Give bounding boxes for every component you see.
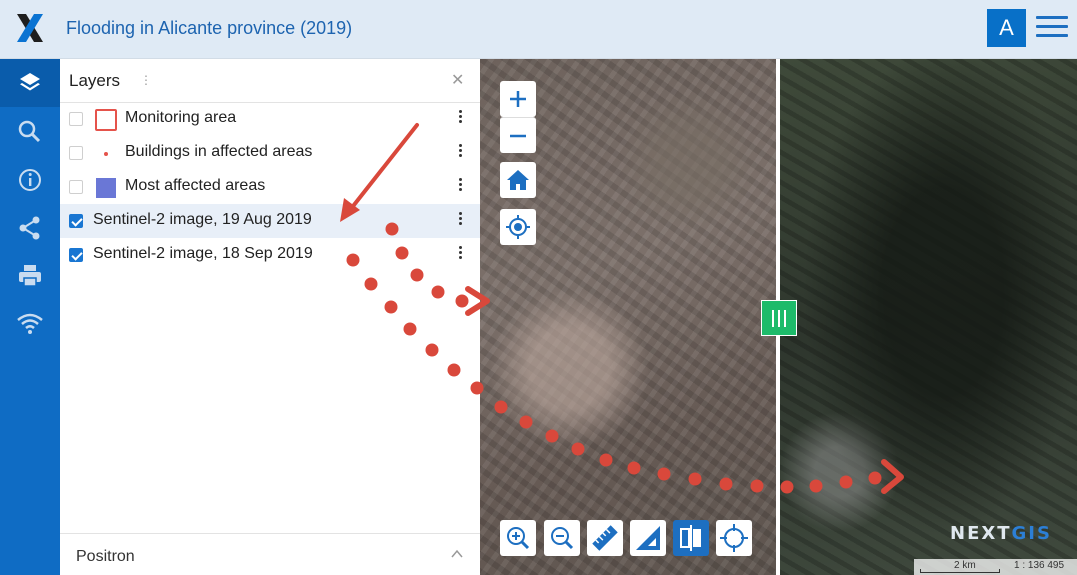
- measure-distance-button[interactable]: [587, 520, 623, 556]
- sidebar-rail: [0, 59, 60, 575]
- scale-ratio: 1 : 136 495: [1014, 560, 1065, 571]
- layer-options-icon[interactable]: [456, 143, 464, 161]
- home-icon: [507, 170, 529, 190]
- layer-checkbox[interactable]: [69, 146, 83, 160]
- share-icon: [19, 216, 40, 240]
- layer-label: Buildings in affected areas: [125, 143, 313, 160]
- layer-checkbox[interactable]: [69, 180, 83, 194]
- zoom-out-icon: [551, 527, 574, 550]
- measure-area-button[interactable]: [630, 520, 666, 556]
- minus-icon: [510, 134, 526, 138]
- print-icon: [19, 265, 41, 287]
- crosshair-icon: [720, 524, 748, 552]
- hamburger-menu-icon[interactable]: [1036, 16, 1068, 40]
- set-square-icon: [636, 526, 660, 550]
- layer-label: Sentinel-2 image, 19 Aug 2019: [93, 211, 312, 228]
- layers-icon: [20, 73, 40, 91]
- layer-options-icon[interactable]: [456, 245, 464, 263]
- layer-item[interactable]: Sentinel-2 image, 18 Sep 2019: [60, 238, 480, 272]
- ruler-icon: [592, 525, 618, 551]
- close-icon[interactable]: ✕: [451, 70, 464, 90]
- outline-square-icon: [95, 109, 117, 131]
- map-view[interactable]: NEXTGIS 2 km 1 : 136 495: [480, 59, 1077, 575]
- satellite-image-sep[interactable]: [780, 59, 1077, 575]
- user-avatar[interactable]: A: [987, 9, 1026, 47]
- zoom-in-button[interactable]: [500, 81, 536, 117]
- plus-icon: [510, 91, 526, 107]
- swipe-tool-button[interactable]: [673, 520, 709, 556]
- rail-item-info[interactable]: [15, 165, 45, 195]
- identify-button[interactable]: [716, 520, 752, 556]
- layer-item[interactable]: Sentinel-2 image, 19 Aug 2019: [60, 204, 480, 238]
- page-title: Flooding in Alicante province (2019): [66, 18, 353, 38]
- home-button[interactable]: [500, 162, 536, 198]
- layer-options-icon[interactable]: [456, 177, 464, 195]
- app-header: Flooding in Alicante province (2019) A: [0, 0, 1077, 59]
- zoom-in-icon: [507, 527, 530, 550]
- scale-bar-label: 2 km: [954, 560, 976, 571]
- layer-options-icon[interactable]: [456, 109, 464, 127]
- scale-bar: 2 km 1 : 136 495: [914, 559, 1077, 575]
- basemap-label: Positron: [76, 548, 135, 565]
- locate-button[interactable]: [500, 209, 536, 245]
- locate-icon: [506, 215, 530, 239]
- rail-item-wifi[interactable]: [15, 309, 45, 339]
- layers-panel: Layers ⋮ ✕ Monitoring area Buildings in …: [60, 59, 480, 575]
- nextgis-brand-logo: NEXTGIS: [950, 523, 1052, 544]
- swipe-handle[interactable]: [761, 300, 797, 336]
- layer-checkbox[interactable]: [69, 214, 83, 228]
- compare-icon: [680, 525, 701, 551]
- rail-item-share[interactable]: [15, 213, 45, 243]
- layer-item[interactable]: Monitoring area: [60, 102, 480, 136]
- panel-title: Layers: [69, 71, 121, 90]
- zoom-out-tool-button[interactable]: [544, 520, 580, 556]
- chevron-up-icon[interactable]: [451, 548, 463, 560]
- zoom-in-tool-button[interactable]: [500, 520, 536, 556]
- rail-item-layers[interactable]: [0, 59, 60, 107]
- layer-item[interactable]: Most affected areas: [60, 170, 480, 204]
- layer-item[interactable]: Buildings in affected areas: [60, 136, 480, 170]
- zoom-out-button[interactable]: [500, 117, 536, 153]
- nextgis-logo-icon[interactable]: [15, 12, 45, 44]
- search-icon: [18, 120, 41, 143]
- layer-label: Sentinel-2 image, 18 Sep 2019: [93, 245, 313, 262]
- layer-label: Monitoring area: [125, 109, 237, 126]
- layer-options-icon[interactable]: [456, 211, 464, 229]
- layer-label: Most affected areas: [125, 177, 266, 194]
- panel-options-icon[interactable]: ⋮: [140, 73, 152, 87]
- rail-item-print[interactable]: [15, 261, 45, 291]
- filled-square-icon: [96, 178, 116, 198]
- rail-item-search[interactable]: [15, 117, 45, 147]
- info-icon: [19, 169, 41, 191]
- layer-checkbox[interactable]: [69, 248, 83, 262]
- dot-icon: [104, 152, 108, 156]
- layer-checkbox[interactable]: [69, 112, 83, 126]
- basemap-selector[interactable]: Positron: [60, 533, 480, 575]
- wifi-icon: [17, 313, 43, 334]
